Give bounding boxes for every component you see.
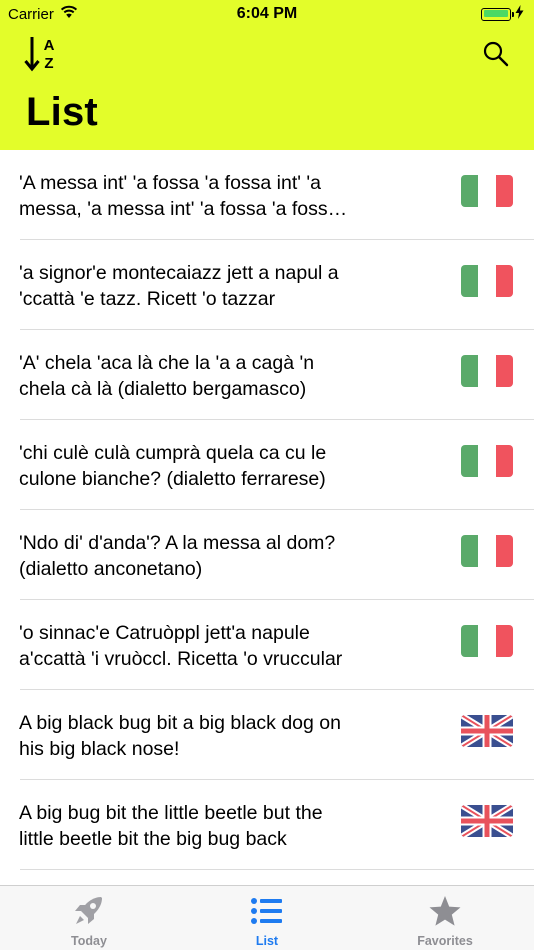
status-bar: Carrier 6:04 PM xyxy=(0,0,534,28)
list-item[interactable]: 'o sinnac'e Catruòppl jett'a napule a'cc… xyxy=(0,600,534,690)
sort-alpha-icon: A Z xyxy=(24,37,55,72)
list-item-text: 'A' chela 'aca là che la 'a a cagà 'n ch… xyxy=(19,352,315,400)
list-item[interactable]: 'a signor'e montecaiazz jett a napul a '… xyxy=(0,240,534,330)
tab-favorites[interactable]: Favorites xyxy=(356,886,534,951)
list-item-text: 'chi culè culà cumprà quela ca cu le cul… xyxy=(19,442,327,490)
svg-text:A: A xyxy=(44,37,55,54)
list-item-text: A big black bug bit a big black dog on h… xyxy=(19,712,341,760)
search-icon xyxy=(483,41,509,67)
uk-flag-icon xyxy=(461,715,513,747)
svg-text:Z: Z xyxy=(44,55,53,72)
list-item-text: A big bug bit the little beetle but the … xyxy=(19,802,323,850)
tongue-twister-list[interactable]: 'A messa int' 'a fossa 'a fossa int' 'a … xyxy=(0,150,534,870)
list-item[interactable]: A big bug bit the little beetle but the … xyxy=(0,780,534,870)
list-item[interactable]: 'A messa int' 'a fossa 'a fossa int' 'a … xyxy=(0,150,534,240)
tab-list-label: List xyxy=(255,934,279,948)
sort-alpha-button[interactable]: A Z xyxy=(24,34,60,74)
page-title: List xyxy=(26,90,98,134)
status-right xyxy=(481,5,524,23)
charging-icon xyxy=(515,5,524,23)
list-icon xyxy=(251,898,282,924)
italy-flag-icon xyxy=(461,445,513,477)
rocket-icon xyxy=(75,897,102,924)
tab-today[interactable]: Today xyxy=(0,886,178,951)
uk-flag-icon xyxy=(461,805,513,837)
italy-flag-icon xyxy=(461,175,513,207)
italy-flag-icon xyxy=(461,625,513,657)
italy-flag-icon xyxy=(461,355,513,387)
tab-bar: Today List Favorites xyxy=(0,885,534,950)
battery-icon xyxy=(481,7,514,21)
list-item[interactable]: A big black bug bit a big black dog on h… xyxy=(0,690,534,780)
list-item-text: 'o sinnac'e Catruòppl jett'a napule a'cc… xyxy=(19,622,343,670)
list-item[interactable]: 'chi culè culà cumprà quela ca cu le cul… xyxy=(0,420,534,510)
italy-flag-icon xyxy=(461,535,513,567)
search-button[interactable] xyxy=(482,40,510,68)
tab-favorites-label: Favorites xyxy=(417,934,473,948)
status-time: 6:04 PM xyxy=(236,5,298,22)
list-item[interactable]: 'Ndo di' d'anda'? A la messa al dom? (di… xyxy=(0,510,534,600)
tab-list[interactable]: List xyxy=(178,886,356,951)
list-item-text: 'a signor'e montecaiazz jett a napul a '… xyxy=(19,262,339,310)
star-icon xyxy=(429,896,461,926)
header: Carrier 6:04 PM A Z List xyxy=(0,0,534,150)
italy-flag-icon xyxy=(461,265,513,297)
list-item-text: 'Ndo di' d'anda'? A la messa al dom? (di… xyxy=(19,532,336,580)
list-item[interactable]: 'A' chela 'aca là che la 'a a cagà 'n ch… xyxy=(0,330,534,420)
list-item-text: 'A messa int' 'a fossa 'a fossa int' 'a … xyxy=(19,172,339,220)
tab-today-label: Today xyxy=(71,934,107,948)
